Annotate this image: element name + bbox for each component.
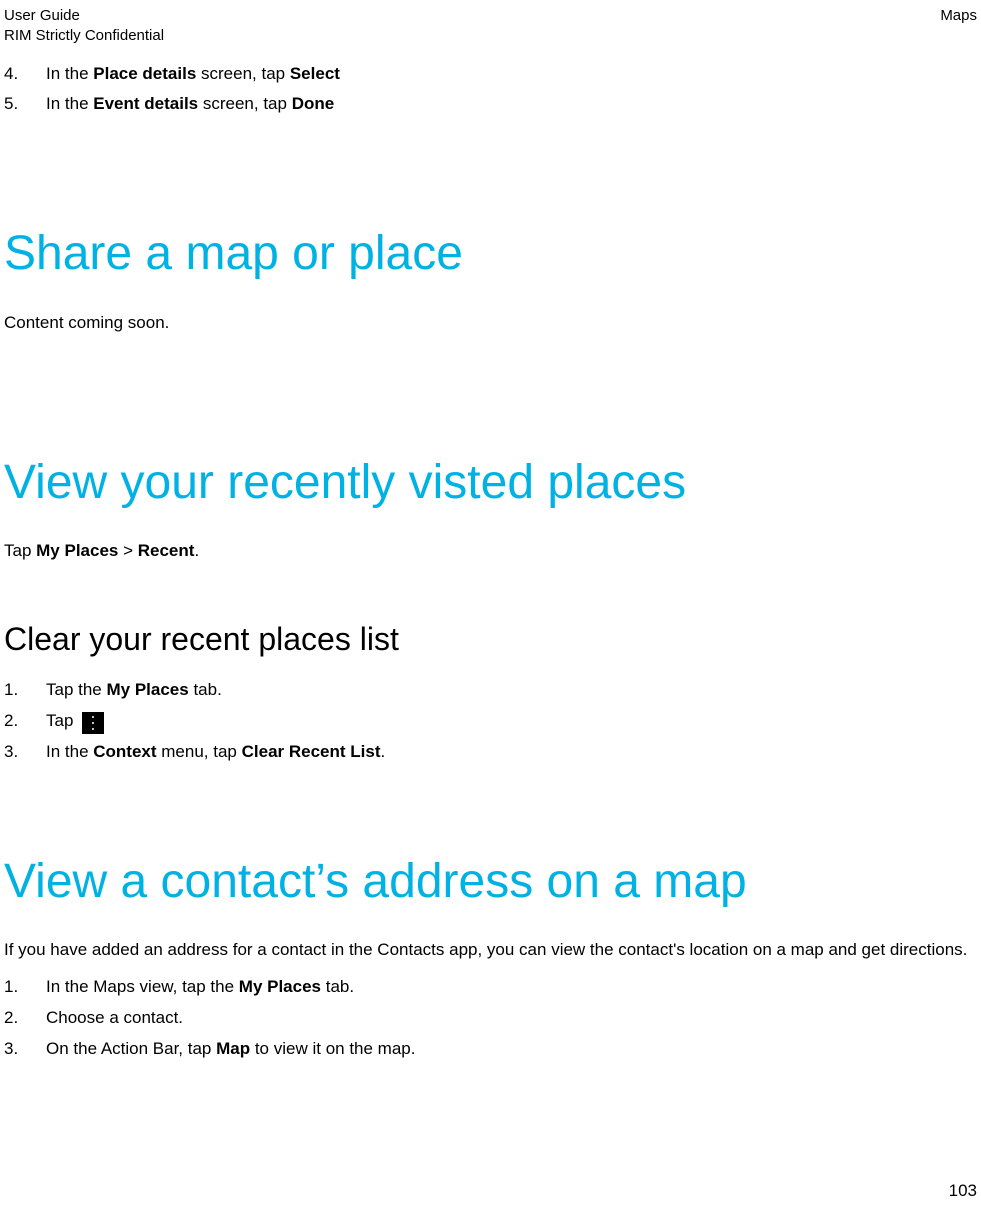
bold-text: My Places (36, 541, 118, 560)
text: In the Maps view, tap the (46, 977, 239, 996)
bold-text: Map (216, 1039, 250, 1058)
bold-text: Place details (93, 64, 196, 83)
header-section-name: Maps (940, 6, 977, 26)
contact-steps-list: 1. In the Maps view, tap the My Places t… (4, 976, 977, 1061)
page-header: User Guide RIM Strictly Confidential Map… (0, 0, 981, 47)
text: screen, tap (196, 64, 290, 83)
step-number: 2. (4, 710, 46, 733)
bold-text: Done (292, 94, 335, 113)
page-number: 103 (949, 1180, 977, 1203)
step-number: 4. (4, 63, 46, 86)
text: Tap the (46, 680, 107, 699)
text: to view it on the map. (250, 1039, 415, 1058)
text: > (118, 541, 137, 560)
step-text: In the Place details screen, tap Select (46, 63, 340, 86)
step-text: In the Context menu, tap Clear Recent Li… (46, 741, 385, 764)
tap-instruction: Tap My Places > Recent. (4, 540, 977, 563)
list-item: 1. In the Maps view, tap the My Places t… (4, 976, 977, 999)
bold-text: Clear Recent List (242, 742, 381, 761)
bold-text: Context (93, 742, 156, 761)
section-intro: If you have added an address for a conta… (4, 939, 977, 962)
bold-text: My Places (107, 680, 189, 699)
header-left: User Guide RIM Strictly Confidential (4, 6, 164, 47)
text: In the (46, 742, 93, 761)
text: screen, tap (198, 94, 292, 113)
list-item: 5. In the Event details screen, tap Done (4, 93, 977, 116)
section-heading-recent: View your recently visted places (4, 455, 977, 510)
text: . (194, 541, 199, 560)
text: Tap (46, 711, 78, 730)
step-number: 2. (4, 1007, 46, 1030)
header-title: User Guide (4, 6, 164, 26)
text: In the (46, 64, 93, 83)
clear-steps-list: 1. Tap the My Places tab. 2. Tap 3. In t… (4, 679, 977, 764)
overflow-menu-icon (82, 712, 104, 734)
bold-text: My Places (239, 977, 321, 996)
section-body: Content coming soon. (4, 312, 977, 335)
text: . (381, 742, 386, 761)
section-heading-contact: View a contact’s address on a map (4, 854, 977, 909)
step-text: Choose a contact. (46, 1007, 183, 1030)
header-confidential: RIM Strictly Confidential (4, 26, 164, 46)
bold-text: Select (290, 64, 340, 83)
step-text: On the Action Bar, tap Map to view it on… (46, 1038, 415, 1061)
list-item: 1. Tap the My Places tab. (4, 679, 977, 702)
section-heading-share: Share a map or place (4, 226, 977, 281)
list-item: 3. On the Action Bar, tap Map to view it… (4, 1038, 977, 1061)
step-number: 1. (4, 679, 46, 702)
step-number: 3. (4, 1038, 46, 1061)
step-text: In the Maps view, tap the My Places tab. (46, 976, 354, 999)
subsection-heading-clear: Clear your recent places list (4, 618, 977, 661)
text: Tap (4, 541, 36, 560)
text: menu, tap (157, 742, 242, 761)
bold-text: Event details (93, 94, 198, 113)
step-text: Tap the My Places tab. (46, 679, 222, 702)
list-item: 2. Choose a contact. (4, 1007, 977, 1030)
text: tab. (189, 680, 222, 699)
text: On the Action Bar, tap (46, 1039, 216, 1058)
text: Choose a contact. (46, 1008, 183, 1027)
step-number: 3. (4, 741, 46, 764)
step-number: 5. (4, 93, 46, 116)
step-text: Tap (46, 710, 104, 733)
list-item: 2. Tap (4, 710, 977, 733)
bold-text: Recent (138, 541, 195, 560)
text: tab. (321, 977, 354, 996)
list-item: 3. In the Context menu, tap Clear Recent… (4, 741, 977, 764)
step-text: In the Event details screen, tap Done (46, 93, 334, 116)
step-number: 1. (4, 976, 46, 999)
text: In the (46, 94, 93, 113)
page-content: 4. In the Place details screen, tap Sele… (0, 63, 981, 1061)
list-item: 4. In the Place details screen, tap Sele… (4, 63, 977, 86)
top-step-list: 4. In the Place details screen, tap Sele… (4, 63, 977, 117)
